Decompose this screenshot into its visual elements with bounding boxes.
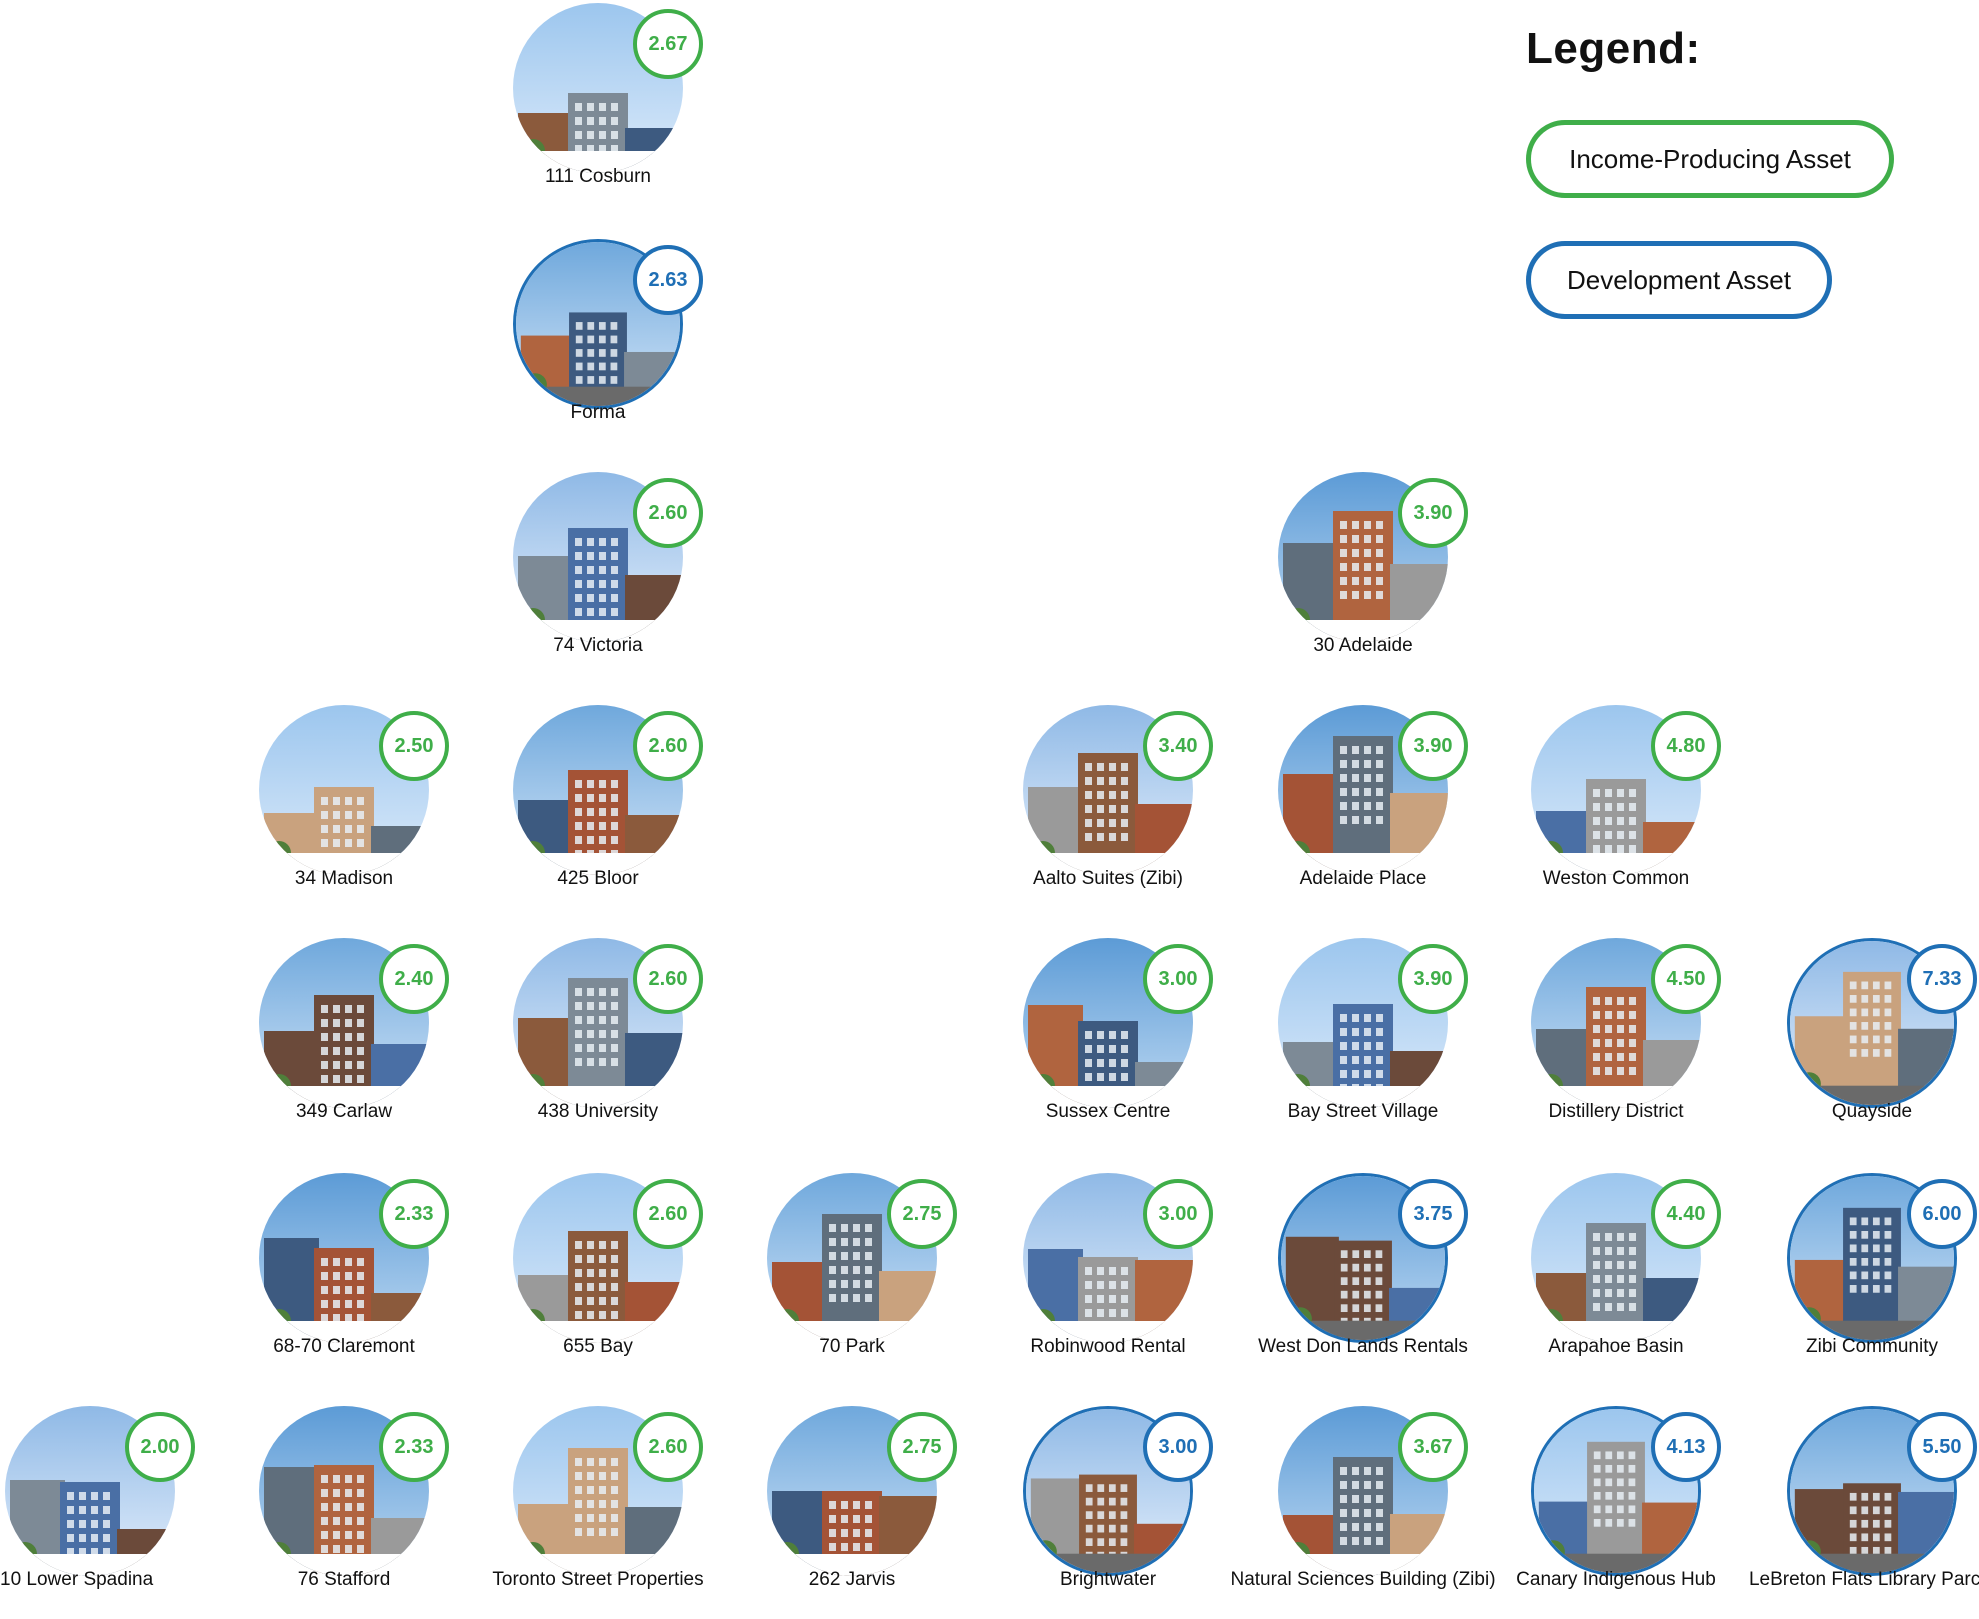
asset-node-76-stafford[interactable]: 2.33 76 Stafford <box>209 1406 449 1606</box>
asset-name: Adelaide Place <box>1299 868 1427 889</box>
asset-name: 438 University <box>537 1101 659 1122</box>
asset-name: Bay Street Village <box>1287 1101 1439 1122</box>
asset-node-robinwood-rental[interactable]: 3.00 Robinwood Rental <box>973 1173 1213 1373</box>
rating-badge: 2.60 <box>633 1179 703 1249</box>
asset-name: 425 Bloor <box>557 868 639 889</box>
legend-income-producing: Income-Producing Asset <box>1526 120 1894 198</box>
rating-badge: 2.75 <box>887 1412 957 1482</box>
asset-name: 10 Lower Spadina <box>0 1569 154 1590</box>
asset-name: 76 Stafford <box>297 1569 391 1590</box>
rating-badge: 6.00 <box>1907 1179 1977 1249</box>
asset-node-brightwater[interactable]: 3.00 Brightwater <box>973 1406 1213 1606</box>
rating-badge: 3.90 <box>1398 478 1468 548</box>
asset-name: 70 Park <box>819 1336 885 1357</box>
legend-title: Legend: <box>1526 24 1701 73</box>
asset-name: West Don Lands Rentals <box>1258 1336 1468 1357</box>
asset-name: Forma <box>570 402 626 423</box>
asset-node-sussex-centre[interactable]: 3.00 Sussex Centre <box>973 938 1213 1138</box>
asset-name: 30 Adelaide <box>1313 635 1413 656</box>
rating-badge: 2.60 <box>633 478 703 548</box>
rating-badge: 2.63 <box>633 245 703 315</box>
asset-node-74-victoria[interactable]: 2.60 74 Victoria <box>463 472 703 672</box>
asset-name: LeBreton Flats Library Parcel <box>1748 1569 1979 1590</box>
rating-badge: 3.40 <box>1143 711 1213 781</box>
asset-name: 655 Bay <box>563 1336 633 1357</box>
asset-name: Toronto Street Properties <box>492 1569 704 1590</box>
asset-name: 34 Madison <box>294 868 394 889</box>
asset-node-10-lower-spadina[interactable]: 2.00 10 Lower Spadina <box>0 1406 195 1606</box>
asset-name: Brightwater <box>1059 1569 1157 1590</box>
asset-node-425-bloor[interactable]: 2.60 425 Bloor <box>463 705 703 905</box>
asset-node-70-park[interactable]: 2.75 70 Park <box>717 1173 957 1373</box>
rating-badge: 4.40 <box>1651 1179 1721 1249</box>
asset-name: Zibi Community <box>1806 1336 1938 1357</box>
asset-name: 262 Jarvis <box>808 1569 896 1590</box>
rating-badge: 2.33 <box>379 1179 449 1249</box>
rating-badge: 3.00 <box>1143 944 1213 1014</box>
asset-name: 111 Cosburn <box>545 166 651 187</box>
asset-node-toronto-street-properties[interactable]: 2.60 Toronto Street Properties <box>463 1406 704 1606</box>
asset-name: Weston Common <box>1542 868 1690 889</box>
asset-node-34-madison[interactable]: 2.50 34 Madison <box>209 705 449 905</box>
asset-node-lebreton-flats-library-parcel[interactable]: 5.50 LeBreton Flats Library Parcel <box>1737 1406 1979 1606</box>
rating-badge: 3.90 <box>1398 944 1468 1014</box>
legend-development: Development Asset <box>1526 241 1832 319</box>
asset-node-438-university[interactable]: 2.60 438 University <box>463 938 703 1138</box>
asset-node-aalto-suites-zibi[interactable]: 3.40 Aalto Suites (Zibi) <box>973 705 1213 905</box>
rating-badge: 7.33 <box>1907 944 1977 1014</box>
rating-badge: 3.90 <box>1398 711 1468 781</box>
asset-name: Aalto Suites (Zibi) <box>1033 868 1183 889</box>
asset-node-655-bay[interactable]: 2.60 655 Bay <box>463 1173 703 1373</box>
rating-badge: 2.33 <box>379 1412 449 1482</box>
rating-badge: 2.60 <box>633 944 703 1014</box>
asset-node-weston-common[interactable]: 4.80 Weston Common <box>1481 705 1721 905</box>
asset-name: Quayside <box>1831 1101 1913 1122</box>
rating-badge: 2.60 <box>633 1412 703 1482</box>
asset-name: Canary Indigenous Hub <box>1516 1569 1716 1590</box>
asset-name: Sussex Centre <box>1045 1101 1171 1122</box>
rating-badge: 3.00 <box>1143 1412 1213 1482</box>
asset-node-bay-street-village[interactable]: 3.90 Bay Street Village <box>1228 938 1468 1138</box>
asset-node-arapahoe-basin[interactable]: 4.40 Arapahoe Basin <box>1481 1173 1721 1373</box>
asset-node-zibi-community[interactable]: 6.00 Zibi Community <box>1737 1173 1977 1373</box>
asset-node-111-cosburn[interactable]: 2.67 111 Cosburn <box>463 3 703 203</box>
rating-badge: 2.00 <box>125 1412 195 1482</box>
rating-badge: 2.75 <box>887 1179 957 1249</box>
asset-node-adelaide-place[interactable]: 3.90 Adelaide Place <box>1228 705 1468 905</box>
asset-node-68-70-claremont[interactable]: 2.33 68-70 Claremont <box>209 1173 449 1373</box>
rating-badge: 3.00 <box>1143 1179 1213 1249</box>
asset-rating-diagram: Legend: Income-Producing Asset Developme… <box>0 0 1979 1619</box>
rating-badge: 2.67 <box>633 9 703 79</box>
asset-name: Arapahoe Basin <box>1548 1336 1684 1357</box>
asset-name: Robinwood Rental <box>1030 1336 1186 1357</box>
asset-node-forma[interactable]: 2.63 Forma <box>463 239 703 439</box>
rating-badge: 5.50 <box>1907 1412 1977 1482</box>
rating-badge: 2.40 <box>379 944 449 1014</box>
rating-badge: 2.60 <box>633 711 703 781</box>
asset-node-262-jarvis[interactable]: 2.75 262 Jarvis <box>717 1406 957 1606</box>
asset-name: 349 Carlaw <box>295 1101 393 1122</box>
asset-node-west-don-lands-rentals[interactable]: 3.75 West Don Lands Rentals <box>1228 1173 1468 1373</box>
asset-name: Natural Sciences Building (Zibi) <box>1230 1569 1496 1590</box>
asset-node-349-carlaw[interactable]: 2.40 349 Carlaw <box>209 938 449 1138</box>
asset-name: 68-70 Claremont <box>273 1336 415 1357</box>
rating-badge: 4.13 <box>1651 1412 1721 1482</box>
asset-node-canary-indigenous-hub[interactable]: 4.13 Canary Indigenous Hub <box>1481 1406 1721 1606</box>
rating-badge: 2.50 <box>379 711 449 781</box>
asset-node-distillery-district[interactable]: 4.50 Distillery District <box>1481 938 1721 1138</box>
rating-badge: 4.50 <box>1651 944 1721 1014</box>
rating-badge: 4.80 <box>1651 711 1721 781</box>
rating-badge: 3.67 <box>1398 1412 1468 1482</box>
asset-node-quayside[interactable]: 7.33 Quayside <box>1737 938 1977 1138</box>
asset-node-natural-sciences-building-zibi[interactable]: 3.67 Natural Sciences Building (Zibi) <box>1228 1406 1496 1606</box>
asset-node-30-adelaide[interactable]: 3.90 30 Adelaide <box>1228 472 1468 672</box>
asset-name: 74 Victoria <box>553 635 643 656</box>
asset-name: Distillery District <box>1548 1101 1684 1122</box>
rating-badge: 3.75 <box>1398 1179 1468 1249</box>
